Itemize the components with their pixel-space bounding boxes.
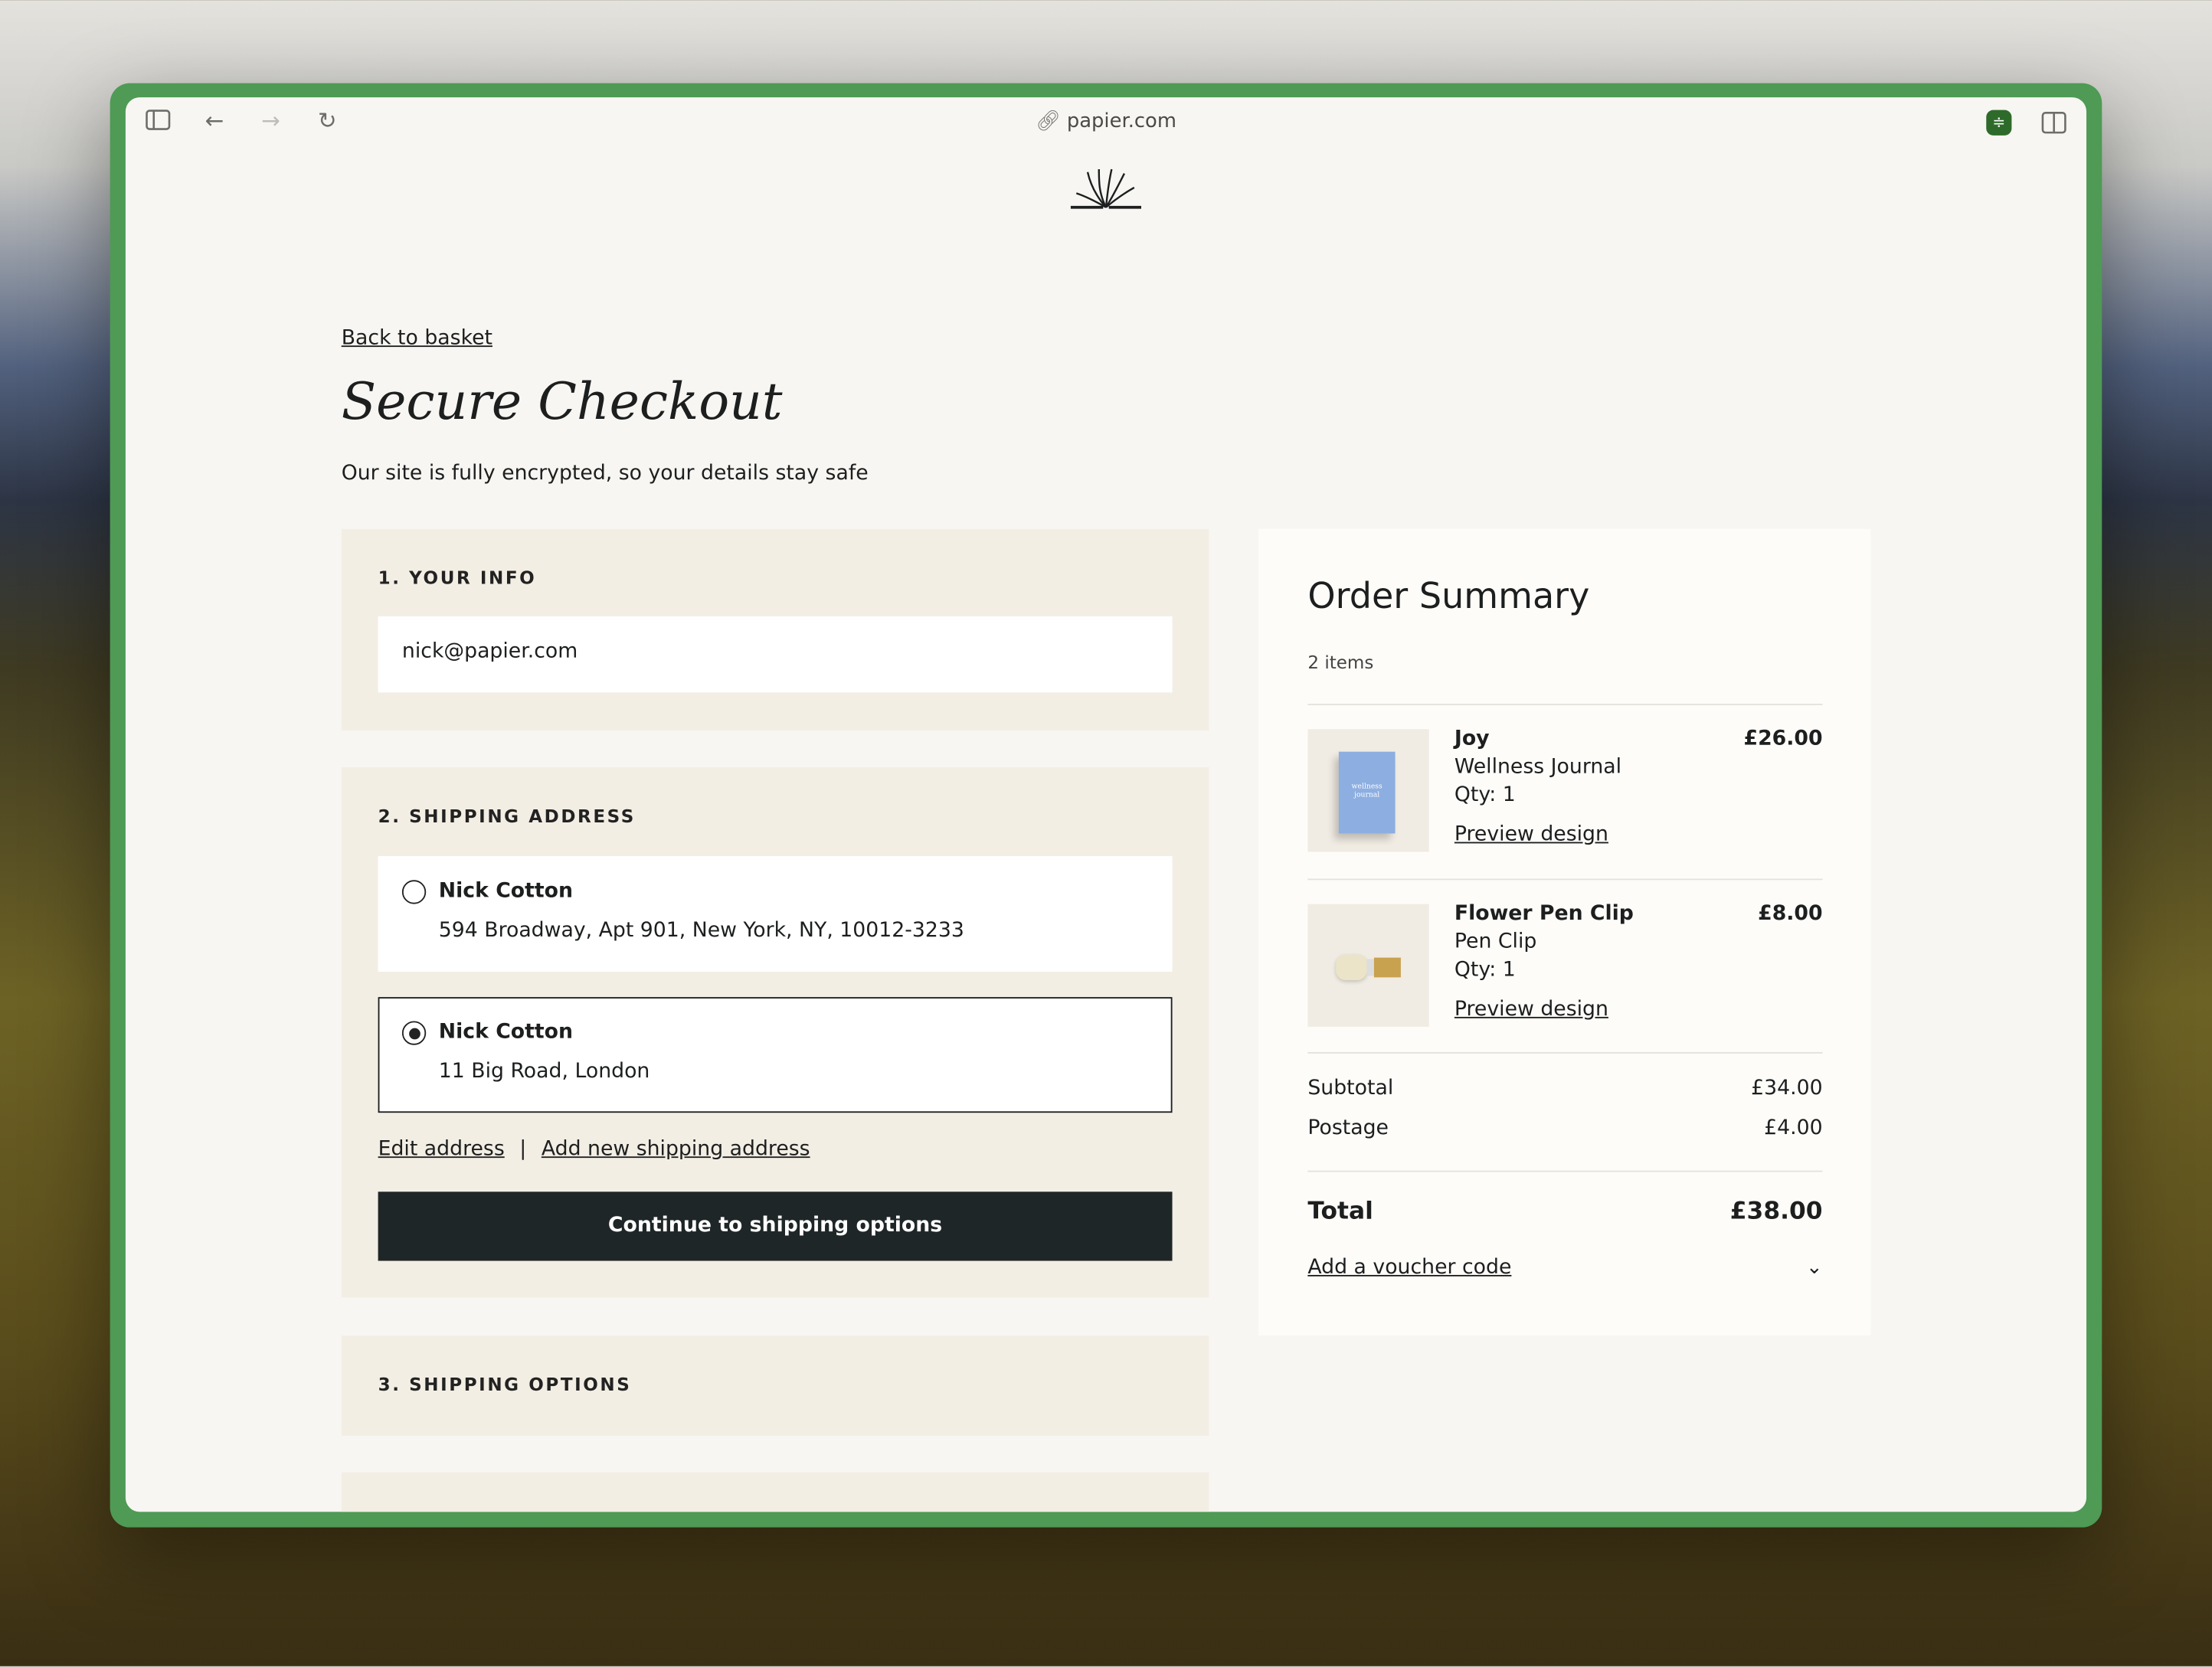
- browser-page: ← → ↻ 🔗︎ papier.com ≑ Back to basket Sec…: [125, 97, 2087, 1512]
- item-name: Flower Pen Clip: [1454, 902, 1634, 926]
- order-summary: Order Summary 2 items wellness journal J…: [1258, 528, 1871, 1336]
- address-line: 11 Big Road, London: [438, 1061, 650, 1084]
- link-separator: |: [519, 1138, 527, 1161]
- edit-address-link[interactable]: Edit address: [378, 1138, 505, 1160]
- address-option-selected[interactable]: Nick Cotton 11 Big Road, London: [378, 997, 1173, 1113]
- subtotal-value: £34.00: [1751, 1077, 1823, 1100]
- voucher-link[interactable]: Add a voucher code: [1307, 1257, 1511, 1279]
- summary-title: Order Summary: [1307, 575, 1590, 616]
- papier-logo[interactable]: [1068, 168, 1144, 216]
- page-subtitle: Our site is fully encrypted, so your det…: [341, 463, 869, 485]
- section-label: 3. SHIPPING OPTIONS: [378, 1373, 632, 1395]
- subtotal-label: Subtotal: [1307, 1077, 1394, 1100]
- add-address-link[interactable]: Add new shipping address: [542, 1138, 810, 1160]
- item-count: 2 items: [1307, 651, 1374, 673]
- divider: [1307, 878, 1823, 881]
- extension-sliders-icon[interactable]: ≑: [1986, 109, 2012, 136]
- total-label: Total: [1307, 1197, 1373, 1226]
- back-to-basket-link[interactable]: Back to basket: [342, 327, 492, 349]
- split-view-icon[interactable]: [2041, 112, 2066, 140]
- item-type: Wellness Journal: [1454, 756, 1622, 779]
- total-value: £38.00: [1729, 1197, 1823, 1226]
- continue-button[interactable]: Continue to shipping options: [378, 1191, 1173, 1261]
- preview-design-link[interactable]: Preview design: [1454, 824, 1608, 846]
- divider: [1307, 1170, 1823, 1172]
- postage-value: £4.00: [1764, 1116, 1823, 1140]
- address-line: 594 Broadway, Apt 901, New York, NY, 100…: [438, 919, 964, 943]
- payment-section: [341, 1472, 1209, 1512]
- item-qty: Qty: 1: [1454, 784, 1516, 807]
- product-image-journal: wellness journal: [1307, 729, 1429, 852]
- item-name: Joy: [1454, 727, 1490, 750]
- product-image-pen-clip: [1307, 904, 1429, 1027]
- item-type: Pen Clip: [1454, 930, 1537, 954]
- address-name: Nick Cotton: [438, 880, 574, 903]
- your-info-section: 1. YOUR INFO nick@papier.com: [341, 528, 1209, 731]
- section-label: 1. YOUR INFO: [378, 567, 537, 589]
- postage-label: Postage: [1307, 1116, 1389, 1140]
- email-field[interactable]: nick@papier.com: [378, 616, 1173, 693]
- radio-button[interactable]: [401, 880, 427, 904]
- radio-button-selected[interactable]: [401, 1021, 427, 1045]
- address-bar[interactable]: 🔗︎ papier.com: [126, 110, 2086, 132]
- preview-design-link[interactable]: Preview design: [1454, 999, 1608, 1021]
- shipping-options-section[interactable]: 3. SHIPPING OPTIONS: [341, 1335, 1209, 1436]
- divider: [1307, 704, 1823, 705]
- address-name: Nick Cotton: [438, 1021, 574, 1044]
- link-icon: 🔗︎: [1035, 109, 1061, 133]
- address-option[interactable]: Nick Cotton 594 Broadway, Apt 901, New Y…: [378, 855, 1173, 972]
- divider: [1307, 1051, 1823, 1054]
- item-price: £26.00: [1743, 727, 1823, 750]
- shipping-address-section: 2. SHIPPING ADDRESS Nick Cotton 594 Broa…: [341, 766, 1209, 1298]
- section-label: 2. SHIPPING ADDRESS: [378, 805, 636, 827]
- chevron-down-icon[interactable]: ⌄: [1806, 1257, 1823, 1279]
- item-qty: Qty: 1: [1454, 959, 1516, 982]
- page-title: Secure Checkout: [341, 374, 783, 432]
- item-price: £8.00: [1758, 902, 1823, 926]
